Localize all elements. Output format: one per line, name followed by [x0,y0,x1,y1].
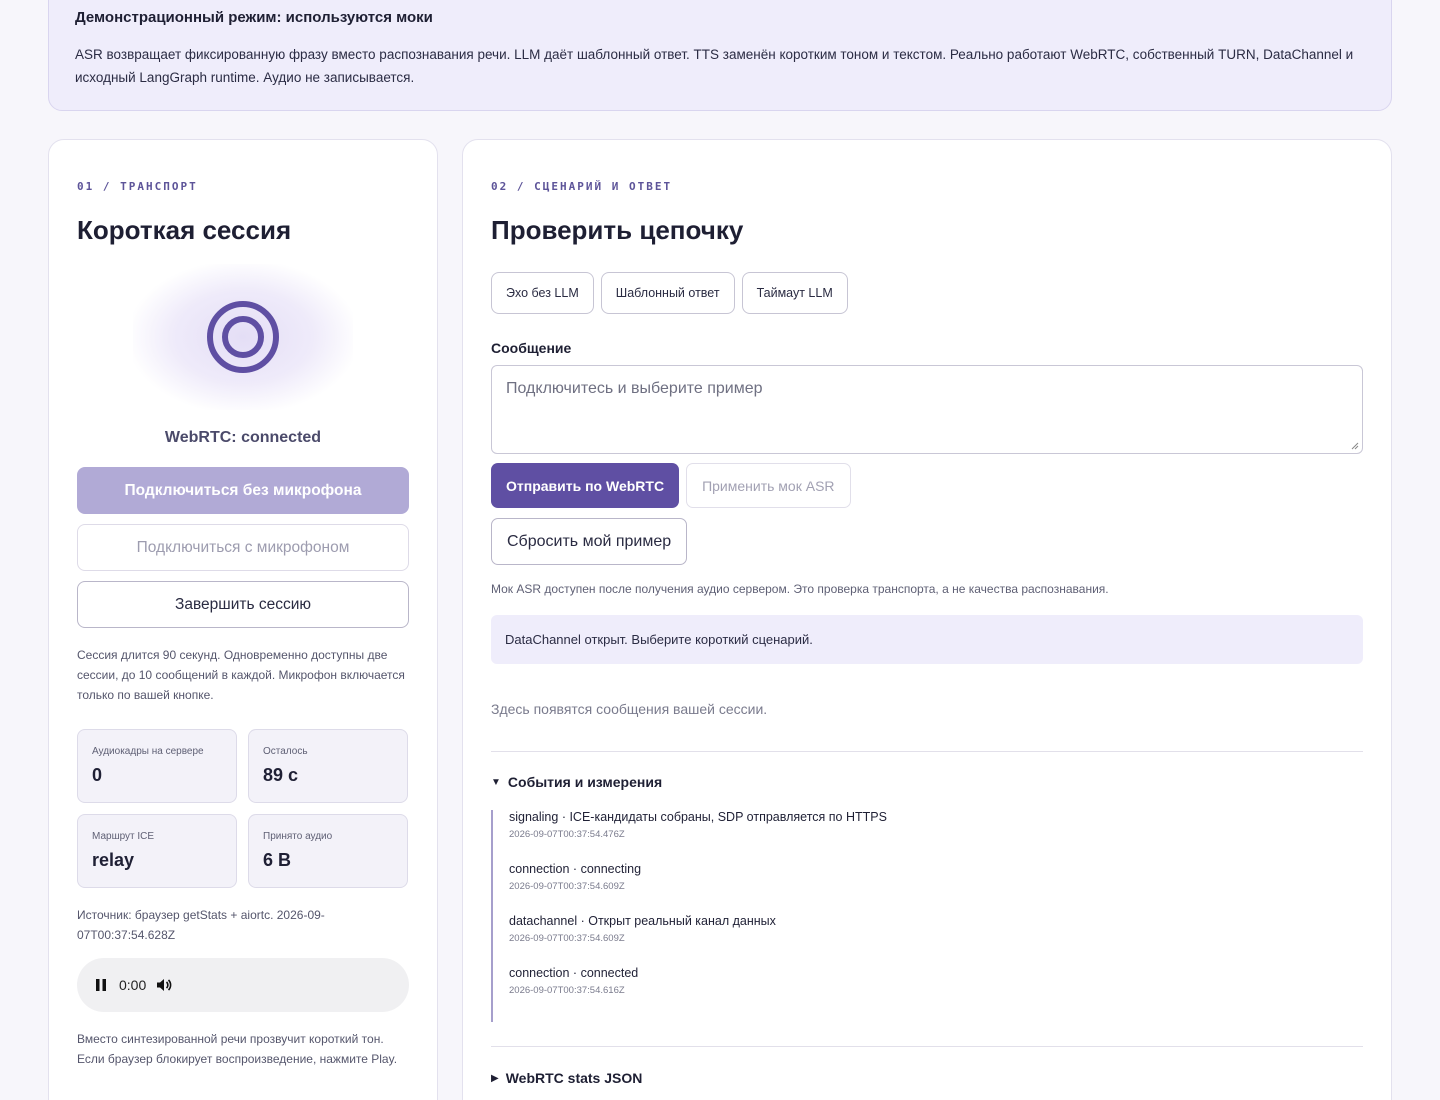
reset-example-button[interactable]: Сбросить мой пример [491,518,688,565]
event-time: 2026-09-07T00:37:54.609Z [509,881,625,892]
event-item: datachannel · Открыт реальный канал данн… [509,914,1363,944]
stat-label: Осталось [263,746,308,757]
events-list: signaling · ICE-кандидаты собраны, SDP о… [491,810,1363,1022]
chip-template[interactable]: Шаблонный ответ [600,272,735,314]
message-label: Сообщение [491,340,572,356]
stat-remaining: Осталось 89 с [248,729,408,803]
event-item: signaling · ICE-кандидаты собраны, SDP о… [509,810,1363,840]
stat-value: 0 [92,765,103,785]
player-time: 0:00 [119,977,147,993]
scenario-title: Проверить цепочку [491,215,744,245]
event-text: connection · connected [509,966,639,980]
transport-eyebrow: 01 / ТРАНСПОРТ [77,180,198,193]
volume-icon[interactable] [156,977,172,993]
apply-asr-button[interactable]: Применить мок ASR [686,463,851,508]
stats-grid: Аудиокадры на сервере 0 Осталось 89 с Ма… [77,729,409,888]
tone-note: Вместо синтезированной речи прозвучит ко… [77,1032,398,1066]
transport-title: Короткая сессия [77,215,292,245]
stats-source: Источник: браузер getStats + aiortc. 202… [77,908,325,942]
scenario-chips: Эхо без LLM Шаблонный ответ Таймаут LLM [491,272,1363,314]
banner-text: ASR возвращает фиксированную фразу вмест… [75,47,1354,85]
demo-banner: Демонстрационный режим: используются мок… [48,0,1392,111]
stat-value: 89 с [263,765,299,785]
event-time: 2026-09-07T00:37:54.476Z [509,829,625,840]
events-title: События и измерения [507,774,663,790]
chip-timeout[interactable]: Таймаут LLM [741,272,848,314]
messages-empty: Здесь появятся сообщения вашей сессии. [491,701,768,717]
scenario-eyebrow: 02 / СЦЕНАРИЙ И ОТВЕТ [491,180,673,193]
stat-audio-frames: Аудиокадры на сервере 0 [77,729,237,803]
message-textarea[interactable]: Подключитесь и выберите пример [491,365,1363,454]
scenario-card: 02 / СЦЕНАРИЙ И ОТВЕТ Проверить цепочку … [462,139,1392,1100]
asr-hint: Мок ASR доступен после получения аудио с… [491,582,1109,596]
event-item: connection · connected 2026-09-07T00:37:… [509,966,1363,996]
stat-value: relay [92,850,135,870]
event-text: connection · connecting [509,862,642,876]
event-time: 2026-09-07T00:37:54.609Z [509,933,625,944]
send-webrtc-button[interactable]: Отправить по WebRTC [491,463,680,508]
events-summary[interactable]: ▼ События и измерения [491,774,1363,790]
event-item: connection · connecting 2026-09-07T00:37… [509,862,1363,892]
event-text: signaling · ICE-кандидаты собраны, SDP о… [509,810,887,824]
resize-grip-icon[interactable] [1351,442,1359,450]
datachannel-status: DataChannel открыт. Выберите короткий сц… [491,615,1363,664]
connect-no-mic-button[interactable]: Подключиться без микрофона [77,467,409,514]
stat-label: Маршрут ICE [92,831,155,842]
end-session-button[interactable]: Завершить сессию [77,581,409,628]
divider [491,1046,1363,1047]
divider [491,751,1363,752]
event-time: 2026-09-07T00:37:54.616Z [509,985,625,996]
stat-label: Принято аудио [263,831,333,842]
triangle-down-icon: ▼ [491,776,501,788]
transport-card: 01 / ТРАНСПОРТ Короткая сессия WebRTC: c… [48,139,438,1100]
stats-json-summary[interactable]: ▶ WebRTC stats JSON [491,1070,1363,1086]
message-actions: Отправить по WebRTC Применить мок ASR [491,463,1363,508]
chip-echo[interactable]: Эхо без LLM [491,272,594,314]
stats-json-title: WebRTC stats JSON [505,1070,643,1086]
triangle-right-icon: ▶ [491,1072,499,1084]
stat-audio-received: Принято аудио 6 B [248,814,408,888]
event-text: datachannel · Открыт реальный канал данн… [509,914,776,928]
stat-ice-route: Маршрут ICE relay [77,814,237,888]
connect-mic-button[interactable]: Подключиться с микрофоном [77,524,409,571]
voice-orb-icon [207,301,279,373]
session-note: Сессия длится 90 секунд. Одновременно до… [77,648,405,702]
pause-icon[interactable] [95,979,107,991]
voice-orb [77,264,409,410]
webrtc-status: WebRTC: connected [164,429,322,446]
banner-title: Демонстрационный режим: используются мок… [75,9,433,26]
audio-player: 0:00 [77,958,409,1012]
stat-label: Аудиокадры на сервере [92,746,204,757]
message-placeholder: Подключитесь и выберите пример [506,380,763,397]
stat-value: 6 B [263,850,292,870]
